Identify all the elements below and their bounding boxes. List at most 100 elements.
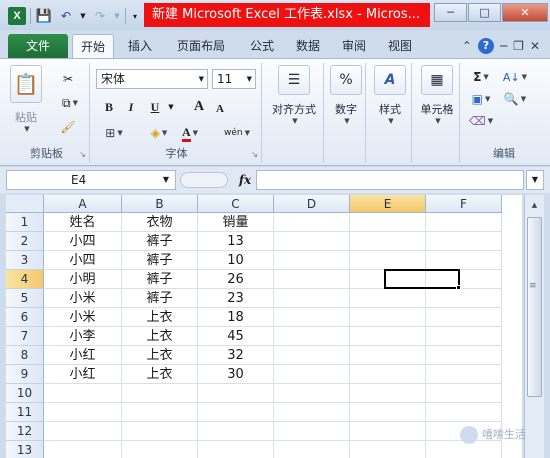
fill-handle[interactable] [456,285,461,290]
format-painter-icon[interactable]: 🖌 [54,117,82,137]
tab-data[interactable]: 数据 [288,34,328,58]
cell-d2[interactable] [274,232,350,251]
cell-a4[interactable]: 小明 [44,270,122,289]
cell-d13[interactable] [274,441,350,458]
cell-d7[interactable] [274,327,350,346]
cell-e6[interactable] [350,308,426,327]
cell-c13[interactable] [198,441,274,458]
cell-e5[interactable] [350,289,426,308]
row-header-4[interactable]: 4 [6,270,44,289]
tab-view[interactable]: 视图 [380,34,420,58]
formula-input[interactable] [256,170,524,190]
cell-c2[interactable]: 13 [198,232,274,251]
cell-f3[interactable] [426,251,502,270]
cell-d8[interactable] [274,346,350,365]
name-box-dropdown-icon[interactable]: ▼ [163,171,169,189]
cell-b5[interactable]: 裤子 [122,289,198,308]
font-name-combo[interactable]: 宋体 ▼ [96,69,208,89]
cell-c12[interactable] [198,422,274,441]
number-button[interactable]: % 数字 ▼ [328,65,364,125]
cell-d3[interactable] [274,251,350,270]
column-header-c[interactable]: C [198,195,274,213]
cell-c6[interactable]: 18 [198,308,274,327]
cell-c9[interactable]: 30 [198,365,274,384]
row-header-3[interactable]: 3 [6,251,44,270]
fill-icon[interactable]: ▣ ▼ [466,89,496,109]
find-select-icon[interactable]: 🔍 ▼ [498,89,532,109]
name-box[interactable]: E4 ▼ [6,170,176,190]
cell-b1[interactable]: 衣物 [122,213,198,232]
select-all-corner[interactable] [6,195,44,213]
font-size-combo[interactable]: 11 ▼ [212,69,256,89]
ribbon-collapse-icon[interactable]: ⌃ [462,39,472,53]
grow-font-button[interactable]: A [190,97,208,117]
column-header-f[interactable]: F [426,195,502,213]
cell-b9[interactable]: 上衣 [122,365,198,384]
font-launcher-icon[interactable]: ↘ [251,150,258,159]
doc-close-icon[interactable]: ✕ [530,39,540,53]
row-header-13[interactable]: 13 [6,441,44,458]
cell-d4[interactable] [274,270,350,289]
cell-b13[interactable] [122,441,198,458]
cell-b3[interactable]: 裤子 [122,251,198,270]
vertical-scrollbar[interactable]: ▲ ≡ [524,195,544,458]
tab-insert[interactable]: 插入 [120,34,160,58]
row-header-10[interactable]: 10 [6,384,44,403]
customize-toolbar-icon[interactable]: ▾ [130,7,140,25]
close-button[interactable]: ✕ [502,3,548,22]
cell-f5[interactable] [426,289,502,308]
cell-a2[interactable]: 小四 [44,232,122,251]
cell-f9[interactable] [426,365,502,384]
row-header-12[interactable]: 12 [6,422,44,441]
cell-d11[interactable] [274,403,350,422]
excel-logo-icon[interactable]: X [8,7,26,25]
cell-b7[interactable]: 上衣 [122,327,198,346]
undo-dropdown-icon[interactable]: ▼ [79,7,87,25]
cell-e12[interactable] [350,422,426,441]
underline-button[interactable]: U [146,97,164,117]
scroll-up-icon[interactable]: ▲ [526,197,543,214]
cell-f2[interactable] [426,232,502,251]
row-header-6[interactable]: 6 [6,308,44,327]
cell-e7[interactable] [350,327,426,346]
column-header-e[interactable]: E [350,195,426,213]
cell-b8[interactable]: 上衣 [122,346,198,365]
save-icon[interactable]: 💾 [35,7,53,25]
cell-a1[interactable]: 姓名 [44,213,122,232]
autosum-button[interactable]: Σ ▼ [466,67,496,87]
phonetic-guide-button[interactable]: wén ▼ [220,123,254,143]
cell-a13[interactable] [44,441,122,458]
sort-filter-icon[interactable]: A↓ ▼ [498,67,532,87]
undo-icon[interactable]: ↶ [57,7,75,25]
cell-d5[interactable] [274,289,350,308]
cell-d6[interactable] [274,308,350,327]
alignment-button[interactable]: ☰ 对齐方式 ▼ [266,65,322,125]
cell-b2[interactable]: 裤子 [122,232,198,251]
row-header-2[interactable]: 2 [6,232,44,251]
insert-function-icon[interactable]: fx [234,170,256,190]
cell-f8[interactable] [426,346,502,365]
clear-icon[interactable]: ⌫ ▼ [466,111,496,131]
cell-c11[interactable] [198,403,274,422]
cell-a7[interactable]: 小李 [44,327,122,346]
styles-button[interactable]: A 样式 ▼ [372,65,408,125]
minimize-button[interactable]: ─ [434,3,467,22]
cell-e8[interactable] [350,346,426,365]
doc-restore-icon[interactable]: ❐ [513,39,524,53]
scrollbar-thumb[interactable] [527,217,542,397]
cell-e11[interactable] [350,403,426,422]
cell-f6[interactable] [426,308,502,327]
paste-dropdown-icon[interactable]: ▼ [24,125,29,133]
formula-expand-icon[interactable]: ▼ [526,170,544,190]
font-size-dropdown-icon[interactable]: ▼ [247,70,252,88]
cell-a11[interactable] [44,403,122,422]
cell-a3[interactable]: 小四 [44,251,122,270]
cell-f11[interactable] [426,403,502,422]
cell-a9[interactable]: 小红 [44,365,122,384]
tab-file[interactable]: 文件 [8,34,68,58]
worksheet-grid[interactable]: ABCDEF 1 2 3 4 5 6 7 8 9 10 11 12 13 姓名 衣物 销量 小四 裤子 13 小四裤… [6,195,522,458]
clipboard-launcher-icon[interactable]: ↘ [79,150,86,159]
cell-c8[interactable]: 32 [198,346,274,365]
row-header-11[interactable]: 11 [6,403,44,422]
fill-color-icon[interactable]: ◈ ▼ [144,123,174,143]
